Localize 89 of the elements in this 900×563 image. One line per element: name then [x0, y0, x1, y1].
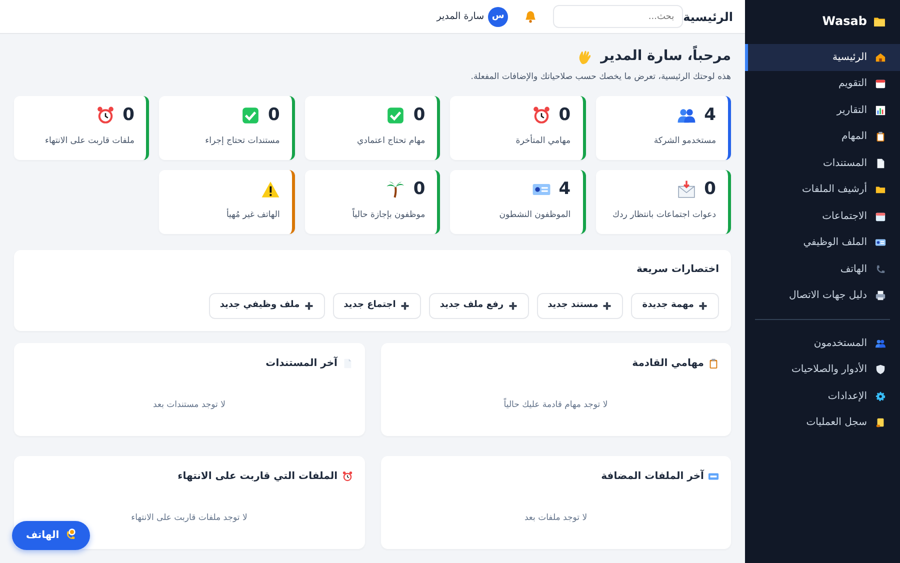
stat-label: الهاتف غير مُهيأ [225, 209, 280, 222]
phone-icon [875, 264, 886, 275]
printer-icon [875, 290, 886, 302]
id-card-icon [875, 237, 886, 248]
folder-icon [873, 14, 886, 28]
users-icon [875, 338, 886, 349]
sidebar-item[interactable]: أرشيف الملفات [745, 176, 900, 203]
welcome-subtitle: هذه لوحتك الرئيسية، تعرض ما يخصك حسب صلاحياتك والإضافات المفعلة. [470, 71, 731, 84]
calendar-icon [875, 210, 886, 222]
check-icon [240, 106, 260, 125]
user-avatar[interactable]: س [488, 6, 508, 27]
folder-icon [875, 184, 886, 196]
sidebar-item[interactable]: المستندات [745, 150, 900, 176]
plus-icon [400, 301, 410, 311]
hand-icon [576, 48, 593, 65]
user-name: سارة المدير [436, 10, 484, 24]
gear-icon [875, 390, 886, 402]
brand-name: Wasab [822, 13, 867, 30]
chart-icon [875, 104, 886, 116]
stat-label: دعوات اجتماعات بانتظار ردك [611, 209, 716, 222]
scroll-icon [875, 417, 886, 428]
sidebar-item[interactable]: التقارير [745, 97, 900, 124]
status-dot-icon [68, 528, 76, 536]
shortcut-button[interactable]: مهمة جديدة [631, 293, 719, 319]
sidebar-item[interactable]: التقويم [745, 70, 900, 97]
house-icon [875, 52, 886, 63]
welcome-title: مرحباً، سارة المدير [600, 48, 731, 66]
plus-icon [602, 301, 612, 311]
warning-icon [260, 180, 280, 199]
stat-label: مستندات تحتاج إجراء [204, 135, 280, 148]
calendar-icon [875, 78, 886, 90]
stat-label: مهام تحتاج اعتمادي [356, 135, 426, 148]
alarm-clock-icon [532, 106, 551, 125]
stat-value: 4 [558, 181, 571, 198]
sidebar-item[interactable]: الرئيسية [745, 44, 900, 70]
clipboard-icon [875, 131, 886, 142]
stat-value: 0 [268, 107, 280, 124]
stat-value: 0 [122, 107, 134, 124]
sidebar-item[interactable]: المهام [745, 124, 900, 150]
stat-value: 4 [704, 107, 716, 124]
empty-message: لا توجد ملفات قاربت على الانتهاء [131, 513, 248, 523]
stat-label: مستخدمو الشركة [652, 135, 716, 148]
empty-message: لا توجد مهام قادمة عليك حالياً [504, 400, 608, 410]
stat-value: 0 [413, 181, 426, 198]
panel-title: مهامي القادمة [632, 357, 704, 371]
new-sign-icon [708, 471, 719, 482]
sidebar-item[interactable]: الهاتف [745, 256, 900, 282]
document-icon [342, 358, 352, 369]
empty-message: لا توجد ملفات بعد [524, 513, 588, 523]
document-icon [875, 158, 886, 169]
bell-icon [524, 10, 538, 23]
shortcut-button[interactable]: رفع ملف جديد [428, 293, 529, 319]
panel-title: الملفات التي قاربت على الانتهاء [178, 470, 338, 484]
sidebar-item[interactable]: الاجتماعات [745, 203, 900, 230]
stat-label: الموظفون النشطون [498, 209, 571, 222]
page-title: الرئيسية [683, 8, 733, 26]
plus-icon [304, 301, 314, 311]
palm-tree-icon [386, 180, 406, 199]
panel-title: آخر المستندات [266, 356, 338, 371]
stat-value: 0 [704, 181, 716, 198]
panel-title: آخر الملفات المضافة [601, 469, 704, 484]
plus-icon [698, 301, 708, 311]
panel-title: اختصارات سريعة [635, 263, 719, 277]
shortcut-button[interactable]: مستند جديد [536, 293, 624, 319]
envelope-icon [677, 180, 696, 199]
empty-message: لا توجد مستندات بعد [153, 400, 226, 410]
alarm-clock-icon [342, 471, 352, 482]
sidebar-item[interactable]: الملف الوظيفي [745, 230, 900, 256]
stat-label: موظفون بإجازة حالياً [351, 209, 426, 222]
users-icon [677, 106, 696, 125]
stat-value: 0 [558, 107, 571, 124]
check-icon [386, 106, 406, 125]
stat-label: مهامي المتأخرة [514, 135, 571, 148]
shortcut-button[interactable]: ملف وظيفي جديد [208, 293, 325, 319]
phone-icon [65, 530, 76, 541]
stat-label: ملفات قاربت على الانتهاء [44, 135, 134, 148]
sidebar-item[interactable]: الإعدادات [745, 383, 900, 410]
sidebar-item[interactable]: سجل العمليات [745, 410, 900, 436]
shield-icon [875, 364, 886, 376]
alarm-clock-icon [96, 106, 115, 125]
phone-button[interactable]: الهاتف [12, 521, 90, 550]
sidebar-item[interactable]: المستخدمون [745, 330, 900, 356]
sidebar-item[interactable]: الأدوار والصلاحيات [745, 356, 900, 383]
stat-value: 0 [413, 107, 426, 124]
search-field[interactable]: بحث... [553, 5, 684, 28]
plus-icon [508, 301, 518, 311]
sidebar-item[interactable]: دليل جهات الاتصال [745, 282, 900, 309]
clipboard-icon [708, 358, 719, 369]
shortcut-button[interactable]: اجتماع جديد [332, 293, 421, 319]
